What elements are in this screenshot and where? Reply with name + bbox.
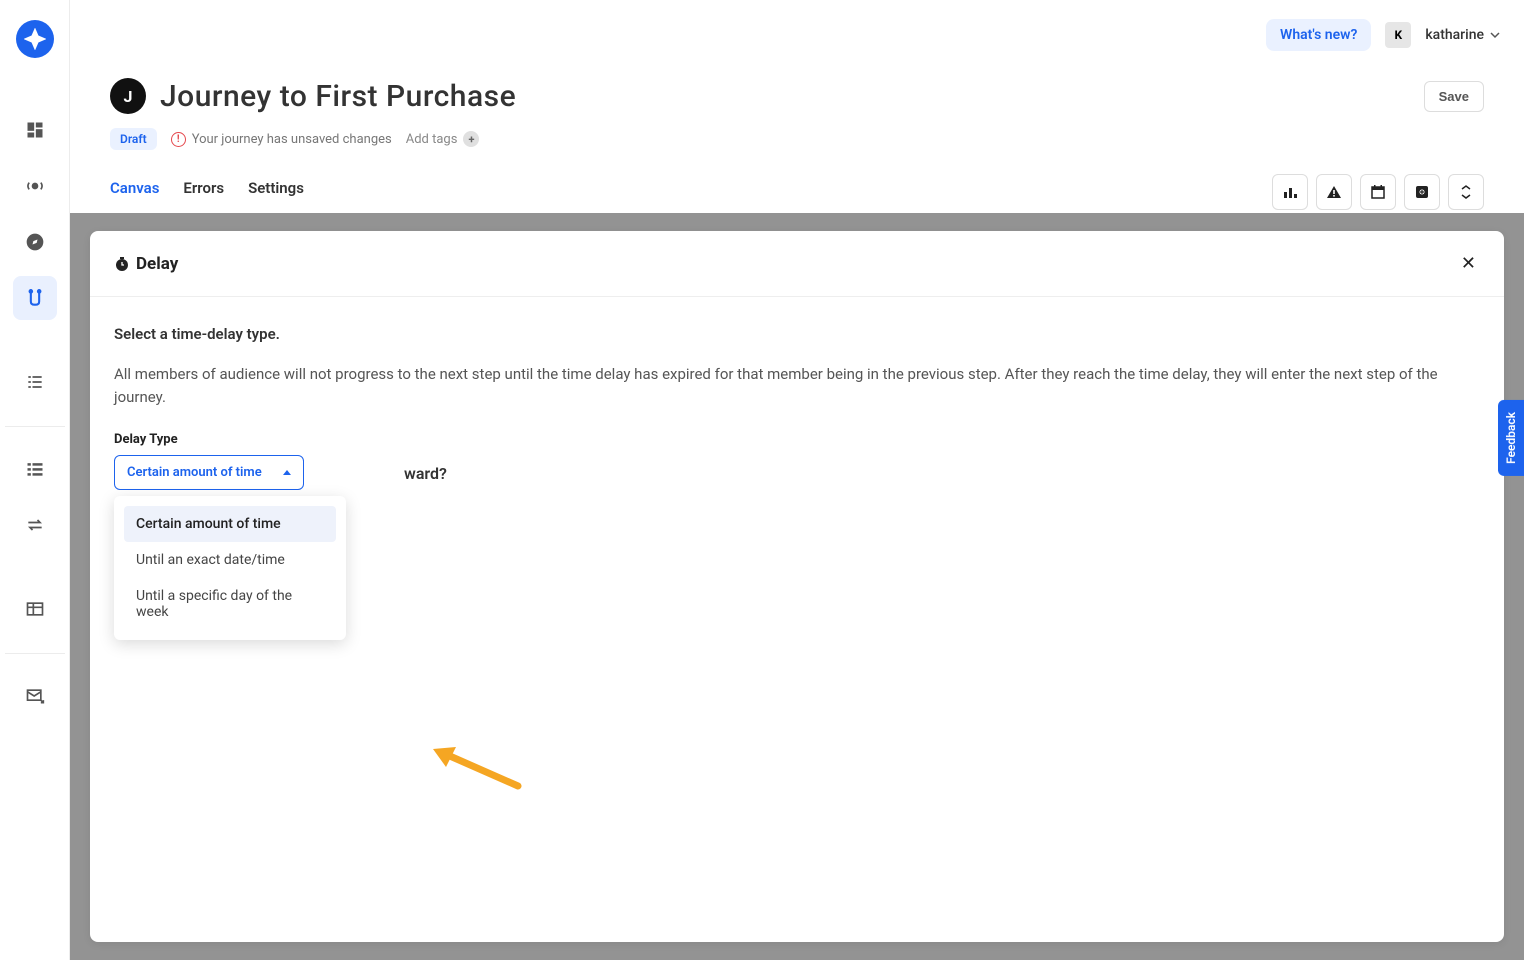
dropdown-option-1[interactable]: Until an exact date/time (124, 542, 336, 578)
nav-dashboard[interactable] (13, 108, 57, 152)
nav-list-1[interactable] (13, 360, 57, 404)
panel-title-text: Delay (136, 254, 178, 274)
nav-table[interactable] (13, 587, 57, 631)
tab-errors[interactable]: Errors (183, 179, 224, 209)
save-button[interactable]: Save (1424, 81, 1484, 112)
add-tags-label: Add tags (406, 132, 458, 147)
page-header: J Journey to First Purchase Save Draft !… (70, 70, 1524, 214)
warning-icon: ! (171, 132, 186, 147)
nav-mail[interactable] (13, 674, 57, 718)
tab-canvas[interactable]: Canvas (110, 179, 159, 209)
user-avatar[interactable]: K (1385, 22, 1411, 48)
canvas-area: Delay ✕ Select a time-delay type. All me… (70, 213, 1524, 960)
delay-type-dropdown: Certain amount of time Until an exact da… (114, 496, 346, 640)
delay-type-select[interactable]: Certain amount of time (114, 455, 304, 490)
dropdown-option-2[interactable]: Until a specific day of the week (124, 578, 336, 630)
plus-icon: + (463, 131, 479, 147)
export-icon (1414, 184, 1430, 200)
draft-badge: Draft (110, 128, 157, 150)
nav-divider-2 (5, 653, 65, 654)
feedback-tab[interactable]: Feedback (1498, 400, 1524, 476)
nav-journeys[interactable] (13, 276, 57, 320)
user-name-label: katharine (1425, 27, 1484, 43)
add-tags-button[interactable]: Add tags + (406, 131, 480, 147)
warning-triangle-icon (1326, 184, 1342, 200)
nav-swap[interactable] (13, 503, 57, 547)
nav-compass[interactable] (13, 220, 57, 264)
tool-collapse[interactable] (1448, 174, 1484, 210)
canvas-toolbar (1272, 174, 1484, 214)
unsaved-text: Your journey has unsaved changes (192, 132, 392, 147)
journey-badge: J (110, 78, 146, 114)
delay-type-value: Certain amount of time (127, 465, 262, 480)
panel-description: All members of audience will not progres… (114, 363, 1480, 408)
main-area: What's new? K katharine J Journey to Fir… (70, 0, 1524, 960)
delay-type-label: Delay Type (114, 432, 1480, 447)
unsaved-warning: ! Your journey has unsaved changes (171, 132, 392, 147)
nav-broadcast[interactable] (13, 164, 57, 208)
topbar: What's new? K katharine (70, 0, 1524, 70)
collapse-icon (1458, 184, 1474, 200)
caret-up-icon (283, 470, 291, 475)
whats-new-button[interactable]: What's new? (1266, 19, 1371, 51)
app-logo[interactable] (16, 20, 54, 58)
tool-calendar[interactable] (1360, 174, 1396, 210)
panel-title: Delay (114, 254, 178, 274)
nav-list-2[interactable] (13, 447, 57, 491)
bar-chart-icon (1282, 184, 1298, 200)
sidebar (0, 0, 70, 960)
tab-settings[interactable]: Settings (248, 179, 304, 209)
nav-divider (5, 426, 65, 427)
user-menu[interactable]: katharine (1425, 27, 1500, 43)
tool-warning[interactable] (1316, 174, 1352, 210)
chevron-down-icon (1490, 30, 1500, 40)
stopwatch-icon (114, 256, 130, 272)
panel-prompt: Select a time-delay type. (114, 325, 1480, 343)
page-title: Journey to First Purchase (160, 79, 516, 114)
tool-stats[interactable] (1272, 174, 1308, 210)
close-button[interactable]: ✕ (1457, 249, 1480, 278)
calendar-icon (1370, 184, 1386, 200)
delay-panel: Delay ✕ Select a time-delay type. All me… (90, 231, 1504, 942)
obscured-question-fragment: ward? (404, 455, 447, 493)
tabs: Canvas Errors Settings (110, 179, 304, 209)
dropdown-option-0[interactable]: Certain amount of time (124, 506, 336, 542)
tool-export[interactable] (1404, 174, 1440, 210)
